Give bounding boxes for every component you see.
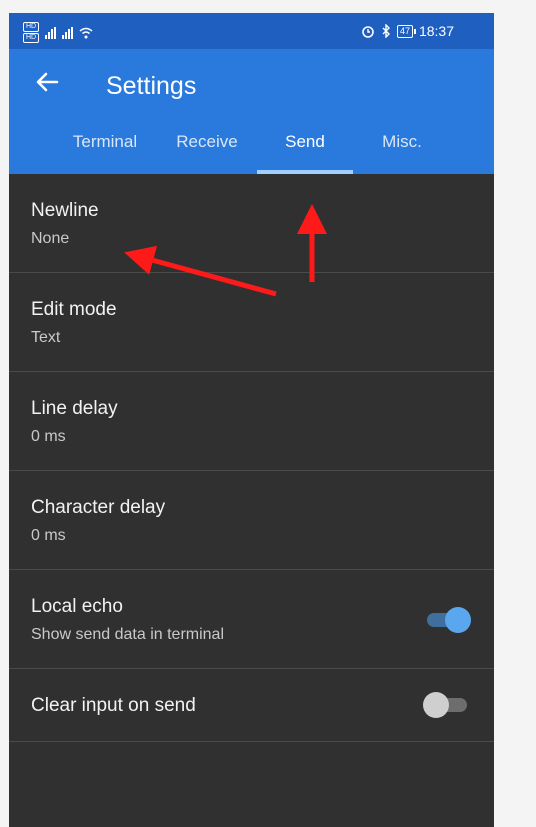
tab-bar: Terminal Receive Send Misc. bbox=[9, 118, 494, 174]
clear-input-toggle[interactable] bbox=[423, 692, 467, 718]
setting-clear-input[interactable]: Clear input on send bbox=[9, 669, 494, 742]
sim-indicators: HD HD bbox=[23, 22, 40, 43]
battery-icon: 47 bbox=[396, 24, 416, 38]
tab-receive[interactable]: Receive bbox=[159, 132, 255, 152]
tab-send[interactable]: Send bbox=[257, 132, 353, 152]
local-echo-toggle[interactable] bbox=[427, 607, 471, 633]
toggle-knob bbox=[445, 607, 471, 633]
toggle-knob bbox=[423, 692, 449, 718]
setting-label: Character delay bbox=[31, 497, 166, 518]
wifi-icon bbox=[79, 27, 93, 38]
setting-value: Show send data in terminal bbox=[31, 626, 224, 643]
setting-label: Edit mode bbox=[31, 299, 117, 320]
setting-label: Newline bbox=[31, 200, 99, 221]
status-left: HD HD bbox=[23, 22, 93, 43]
sim2-badge: HD bbox=[23, 33, 40, 43]
app-bar: Settings bbox=[9, 49, 494, 118]
clock: 18:37 bbox=[418, 23, 454, 39]
tab-misc[interactable]: Misc. bbox=[354, 132, 450, 152]
signal-icon-2 bbox=[62, 26, 74, 39]
status-right: 47 18:37 bbox=[361, 23, 454, 39]
setting-character-delay[interactable]: Character delay 0 ms bbox=[9, 471, 494, 570]
setting-value: 0 ms bbox=[31, 527, 66, 544]
setting-value: None bbox=[31, 230, 70, 247]
setting-edit-mode[interactable]: Edit mode Text bbox=[9, 273, 494, 372]
setting-label: Local echo bbox=[31, 596, 123, 617]
signal-icon bbox=[45, 26, 57, 39]
phone-screen: HD HD 47 18:37 Settings Terminal Receive… bbox=[9, 13, 494, 827]
setting-value: Text bbox=[31, 329, 61, 346]
setting-line-delay[interactable]: Line delay 0 ms bbox=[9, 372, 494, 471]
setting-local-echo[interactable]: Local echo Show send data in terminal bbox=[9, 570, 494, 669]
setting-label: Clear input on send bbox=[31, 695, 196, 716]
alarm-icon bbox=[362, 26, 374, 38]
setting-value: 0 ms bbox=[31, 428, 66, 445]
back-arrow-icon[interactable] bbox=[35, 69, 61, 95]
page-title: Settings bbox=[106, 72, 197, 100]
setting-label: Line delay bbox=[31, 398, 118, 419]
status-bar: HD HD 47 18:37 bbox=[9, 13, 494, 49]
sim1-badge: HD bbox=[23, 22, 40, 32]
tab-terminal[interactable]: Terminal bbox=[57, 132, 153, 152]
bluetooth-icon bbox=[382, 24, 390, 38]
setting-newline[interactable]: Newline None bbox=[9, 174, 494, 273]
settings-list: Newline None Edit mode Text Line delay 0… bbox=[9, 174, 494, 742]
